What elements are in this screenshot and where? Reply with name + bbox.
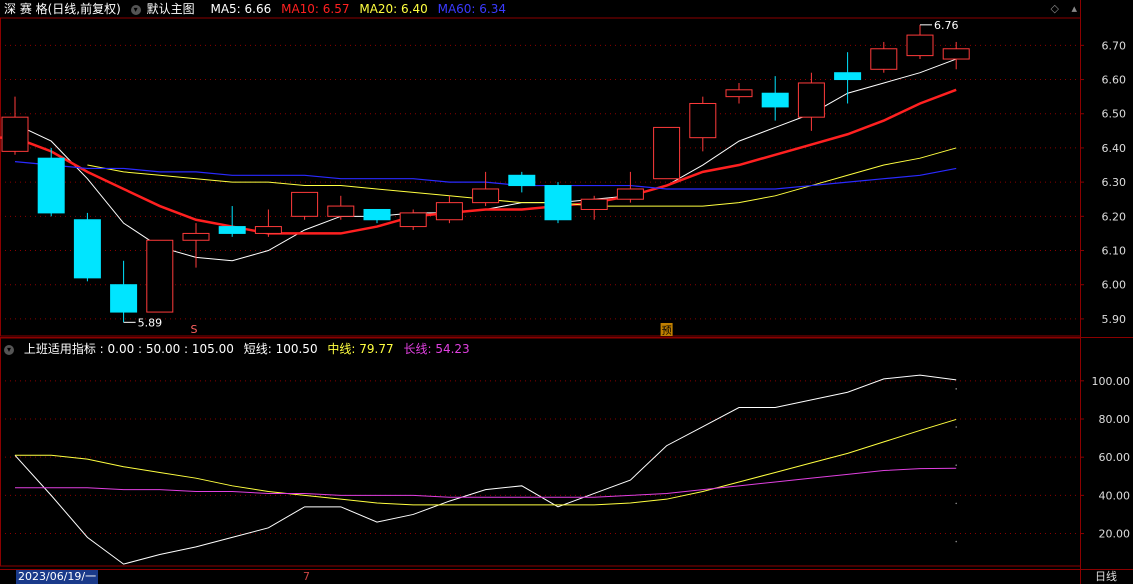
candle-up: [725, 89, 753, 98]
sub-y-tick-label: 100.00: [1092, 375, 1131, 388]
bottom-marker: 7: [303, 570, 310, 583]
candle-up: [435, 202, 463, 221]
ma20-label: MA20: 6.40: [359, 2, 428, 16]
high-price-label: 6.76: [934, 19, 959, 32]
ma10-label: MA10: 6.57: [281, 2, 350, 16]
signal-marker-yu: 预: [662, 325, 672, 337]
main-y-tick-label: 6.40: [1102, 142, 1127, 155]
candle-up: [146, 239, 174, 313]
stock-title: 深 赛 格(日线,前复权): [4, 2, 121, 16]
ma60-label: MA60: 6.34: [437, 2, 507, 16]
indicator-title: 上班适用指标 : 0.00 : 50.00 : 105.00: [23, 342, 234, 356]
main-chart-header: 深 赛 格(日线,前复权) ▾ 默认主图 MA5: 6.66 MA10: 6.57…: [4, 0, 512, 18]
sub-dot-marker: [955, 388, 957, 390]
dropdown-icon: ▾: [130, 4, 141, 15]
indicator-line-1: [15, 418, 957, 506]
main-y-tick-label: 6.30: [1102, 176, 1127, 189]
sub-dot-marker: [955, 502, 957, 505]
sub-y-tick-label: 40.00: [1099, 489, 1131, 502]
sub-dot-marker: [955, 464, 957, 466]
candle-up: [689, 102, 717, 139]
long-line-label: 长线: 54.23: [403, 342, 470, 356]
sub-plot-frame: [0, 337, 1081, 567]
low-price-label: 5.89: [138, 316, 163, 329]
candle-up: [653, 126, 681, 180]
main-y-tick-label: 6.70: [1102, 39, 1127, 52]
candle-up: [797, 82, 825, 118]
indicator-line-0: [14, 374, 957, 565]
stock-chart[interactable]: 6.70 6.60 6.50 6.40 6.30 6.20 6.10 6.00 5.90 100.…: [0, 0, 1133, 584]
diamond-icon[interactable]: ◇: [1051, 2, 1059, 15]
candle-down: [544, 185, 572, 221]
candle-up: [870, 48, 898, 70]
candle-up: [182, 232, 210, 241]
candle-down: [73, 219, 101, 279]
sub-y-tick-label: 20.00: [1099, 528, 1131, 541]
indicator-line-2: [15, 467, 957, 498]
scroll-up-icon[interactable]: ▴: [1071, 2, 1077, 15]
sub-dot-marker: [955, 426, 957, 428]
indicator-dropdown-icon[interactable]: ▾: [4, 344, 14, 355]
signal-marker-s: S: [191, 323, 198, 336]
mid-line-label: 中线: 79.77: [327, 342, 394, 356]
main-y-tick-label: 6.00: [1102, 279, 1127, 292]
candle-down: [834, 72, 862, 81]
candle-down: [508, 174, 536, 187]
date-cursor-label: 2023/06/19/一: [16, 570, 99, 584]
candle-up: [616, 188, 644, 200]
main-y-tick-label: 6.10: [1102, 245, 1127, 258]
candle-up: [291, 191, 319, 217]
candle-up: [472, 188, 500, 204]
candle-up: [580, 198, 608, 210]
ma5-label: MA5: 6.66: [210, 2, 272, 16]
candle-up: [906, 34, 934, 57]
candle-down: [37, 157, 65, 214]
main-y-tick-label: 5.90: [1102, 313, 1127, 326]
short-line-label: 短线: 100.50: [243, 342, 318, 356]
candle-up: [399, 212, 427, 228]
candle-down: [761, 92, 789, 108]
candle-up: [1, 116, 29, 152]
sub-dot-marker: [955, 540, 957, 543]
candle-down: [110, 284, 138, 313]
theme-selector[interactable]: ▾ 默认主图: [130, 2, 201, 16]
main-y-tick-label: 6.50: [1102, 108, 1127, 121]
period-selector[interactable]: 日线: [1095, 570, 1117, 584]
main-y-tick-label: 6.60: [1102, 74, 1127, 87]
sub-y-tick-label: 60.00: [1099, 451, 1131, 464]
sub-y-tick-label: 80.00: [1099, 413, 1131, 426]
candle-down: [363, 208, 391, 221]
sub-chart-header: ▾ 上班适用指标 : 0.00 : 50.00 : 105.00 短线: 100…: [4, 340, 476, 358]
candle-up: [942, 48, 970, 60]
main-y-tick-label: 6.20: [1102, 210, 1127, 223]
candle-up: [327, 205, 355, 217]
candle-down: [218, 226, 246, 234]
candle-up: [254, 226, 282, 234]
